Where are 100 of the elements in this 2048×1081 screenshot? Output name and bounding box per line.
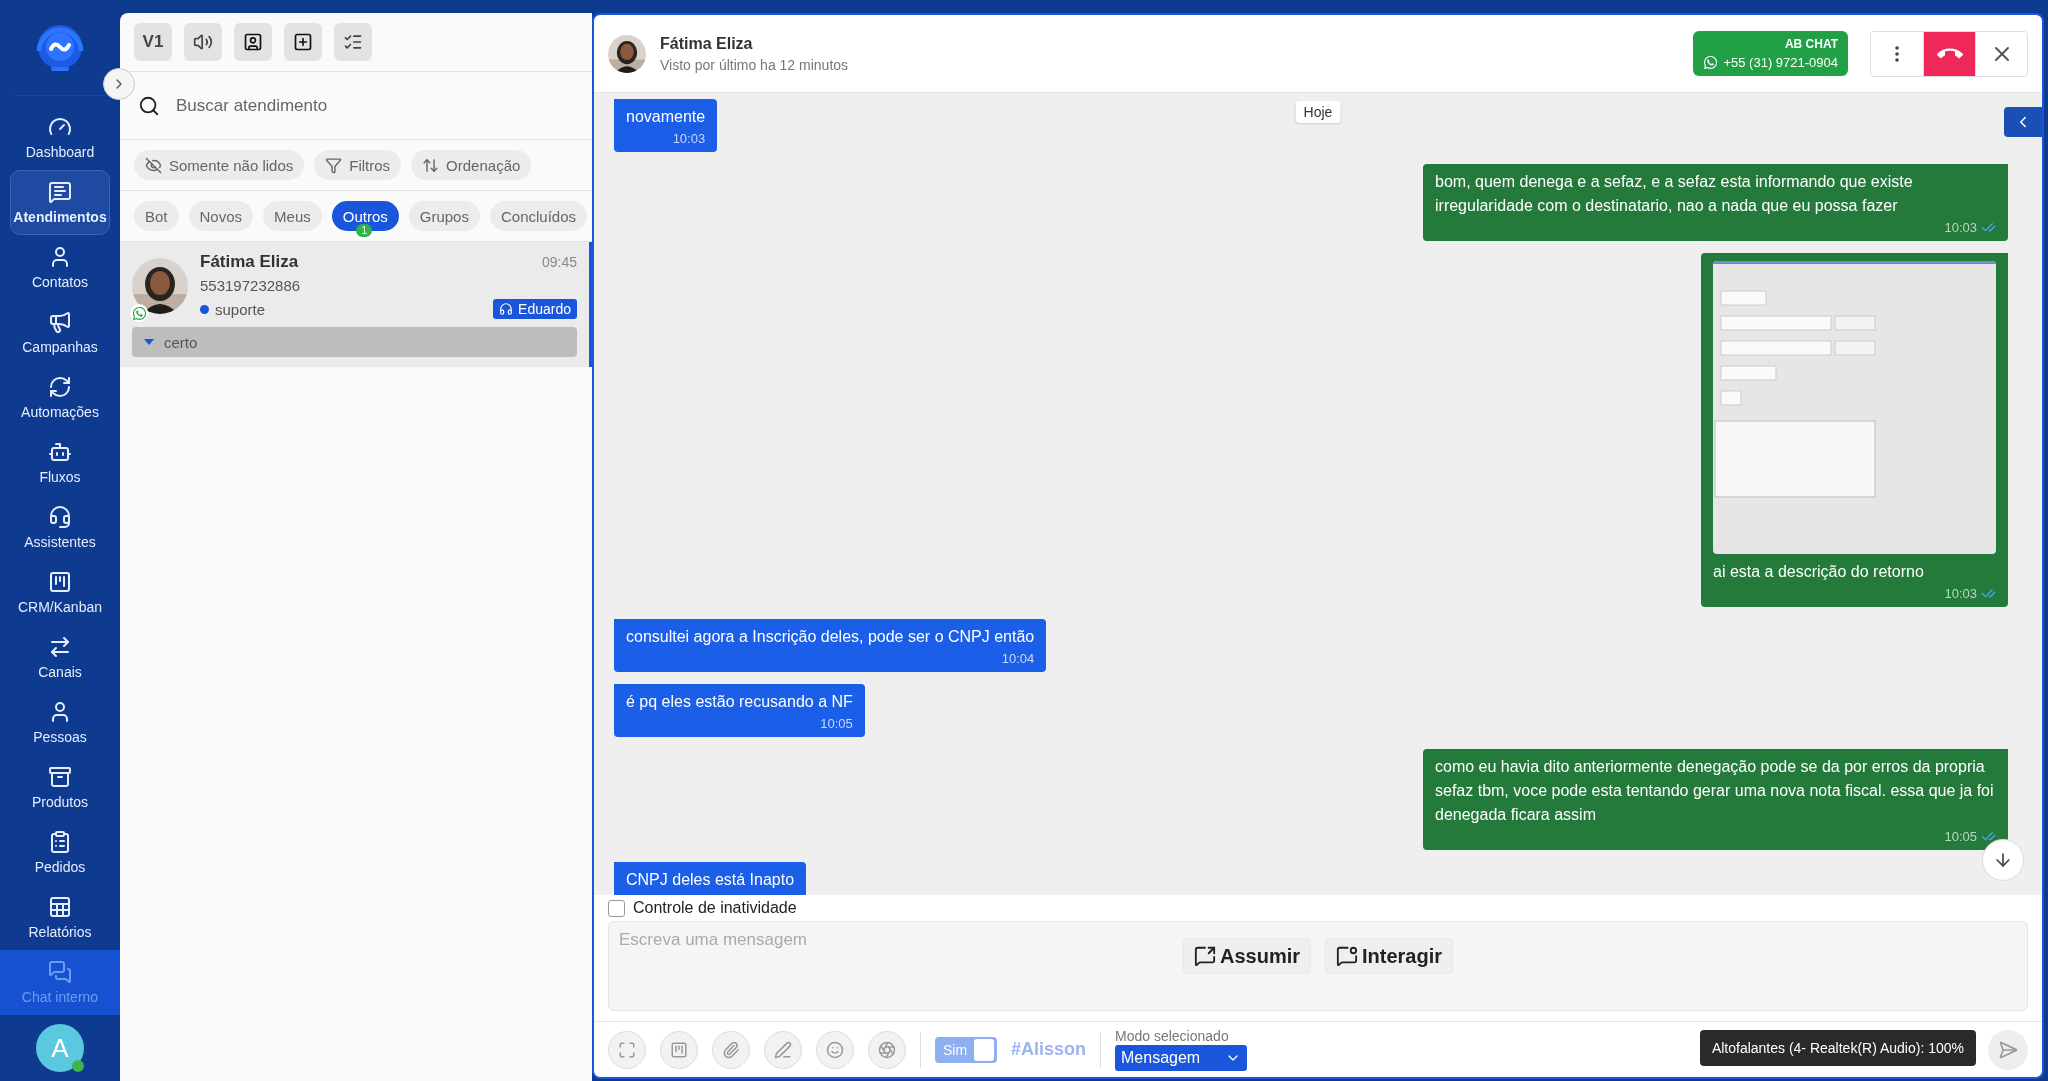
filter-chip[interactable]: Somente não lidos — [134, 150, 305, 180]
tab[interactable]: Concluídos — [489, 201, 587, 231]
tooltip: Altofalantes (4- Realtek(R) Audio): 100% — [1699, 1030, 1976, 1066]
connection-name: AB CHAT — [1784, 37, 1838, 51]
conversation-time: 09:45 — [541, 254, 577, 270]
message-time: 10:05 — [820, 715, 853, 731]
message-text: novamente — [626, 107, 706, 127]
agent-tag: Eduardo — [493, 299, 577, 319]
queue-label: suporte — [215, 300, 266, 318]
contact-name: Fátima Eliza — [200, 252, 299, 272]
nav-item[interactable]: Contatos — [10, 235, 110, 300]
last-message: certo — [132, 327, 577, 357]
attach-button[interactable] — [712, 1030, 750, 1069]
action-button[interactable]: Interagir — [1325, 938, 1454, 974]
nav-item[interactable]: Canais — [10, 625, 110, 690]
nav-item[interactable]: CRM/Kanban — [10, 560, 110, 625]
count-badge: 1 — [356, 224, 373, 237]
mode-label: Modo selecionado — [1115, 1028, 1230, 1044]
hang-up-button[interactable] — [1923, 31, 1975, 76]
action-button[interactable]: Assumir — [1182, 938, 1311, 974]
contact-name: Fátima Eliza — [660, 34, 754, 53]
speaker-icon — [193, 32, 213, 52]
contact-phone: 553197232886 — [200, 277, 302, 294]
conversation-item[interactable]: Fátima Eliza 09:45 553197232886 suporte Eduardo certo — [120, 242, 592, 367]
message-text: CNPJ deles está Inapto — [626, 870, 795, 890]
message-icon — [48, 180, 72, 204]
connection-phone: +55 (31) 9721-0904 — [1723, 55, 1838, 70]
tab[interactable]: Meus — [263, 201, 322, 231]
filter-chip[interactable]: Ordenação — [411, 150, 532, 180]
message-text: como eu havia dito anteriormente denegação pode se da por erros da propria sefaz tbm, voce pode esta tentando gerar uma nova nota fiscal. essa que ja foi denegada ficara assim — [1435, 757, 1995, 825]
paperclip-icon — [722, 1040, 740, 1059]
nav-item[interactable]: Fluxos — [10, 430, 110, 495]
search-icon — [138, 94, 160, 117]
checklist-button[interactable] — [334, 23, 372, 61]
nav-item[interactable]: Pedidos — [10, 820, 110, 885]
kanban-icon — [48, 570, 72, 594]
search-field[interactable]: Buscar atendimento — [174, 94, 574, 117]
table-icon — [48, 895, 72, 919]
message-time: 10:05 — [1944, 828, 1977, 844]
contact-button[interactable] — [234, 23, 272, 61]
message-time: 10:03 — [1944, 219, 1977, 235]
whatsapp-icon — [1703, 55, 1719, 70]
last-seen: Visto por último ha 12 minutos — [660, 56, 850, 73]
more-icon — [1895, 45, 1899, 62]
aperture-icon — [878, 1040, 896, 1059]
headset-icon — [499, 302, 514, 316]
filter-icon — [325, 156, 343, 174]
tab[interactable]: Novos — [188, 201, 254, 231]
close-button[interactable] — [1975, 31, 2027, 76]
headset-icon — [48, 505, 72, 529]
eye-off-icon — [145, 156, 162, 174]
nav-item[interactable]: Produtos — [10, 755, 110, 820]
nav-item[interactable]: Pessoas — [10, 690, 110, 755]
pen-icon — [774, 1040, 792, 1059]
contact-icon — [243, 32, 263, 52]
expand-button[interactable] — [103, 68, 135, 100]
arrows-icon — [48, 635, 72, 659]
message-time: 10:03 — [672, 130, 706, 146]
agent-tag: #Alisson — [1011, 1039, 1087, 1060]
message-dot-icon — [1336, 945, 1358, 967]
scroll-down-button[interactable] — [1982, 839, 2024, 881]
filter-chip[interactable]: Filtros — [314, 150, 402, 180]
robot-icon — [48, 440, 72, 464]
plus-icon — [293, 32, 313, 52]
new-chat-button[interactable] — [284, 23, 322, 61]
kanban-icon — [670, 1040, 688, 1059]
message-text: consultei agora a Inscrição deles, pode ser o CNPJ então — [626, 627, 1035, 647]
smile-icon — [826, 1040, 844, 1059]
kanban-button[interactable] — [660, 1030, 698, 1069]
signature-button[interactable] — [764, 1030, 802, 1069]
inactivity-checkbox[interactable]: Controle de inatividade — [594, 895, 2042, 921]
version-button[interactable]: V1 — [134, 23, 172, 61]
side-panel-button[interactable] — [2004, 107, 2042, 137]
nav-item[interactable]: Relatórios — [10, 885, 110, 950]
send-icon — [1998, 1039, 2018, 1060]
refresh-icon — [48, 375, 72, 399]
mode-select[interactable]: Mensagem — [1115, 1045, 1248, 1071]
message-text: é pq eles estão recusando a NF — [626, 692, 853, 712]
ai-button[interactable] — [868, 1030, 906, 1069]
caret-icon — [144, 339, 154, 345]
message-text: bom, quem denega e a sefaz, e a sefaz esta informando que existe irregularidade com o destinatario, nao a nada que eu possa fazer — [1435, 172, 1914, 216]
tab[interactable]: Grupos — [408, 201, 480, 231]
nav-item[interactable]: Atendimentos — [10, 170, 110, 235]
nav-item[interactable]: Dashboard — [10, 105, 110, 170]
date-label: Hoje — [1295, 101, 1341, 123]
nav-item[interactable]: Assistentes — [10, 495, 110, 560]
sound-button[interactable] — [184, 23, 222, 61]
message-text: ai esta a descrição do retorno — [1713, 562, 1925, 582]
send-button[interactable] — [1988, 1029, 2028, 1070]
message-time: 10:04 — [1001, 650, 1035, 666]
message-time: 10:03 — [1944, 585, 1977, 601]
nav-item[interactable]: Automações — [10, 365, 110, 430]
megaphone-icon — [48, 310, 72, 334]
emoji-button[interactable] — [816, 1030, 854, 1069]
tab[interactable]: Bot — [134, 201, 179, 231]
nav-item[interactable]: Campanhas — [10, 300, 110, 365]
whatsapp-icon — [131, 305, 147, 321]
list-icon — [48, 830, 72, 854]
chat-bubbles-icon — [48, 960, 72, 984]
archive-icon — [48, 765, 72, 789]
